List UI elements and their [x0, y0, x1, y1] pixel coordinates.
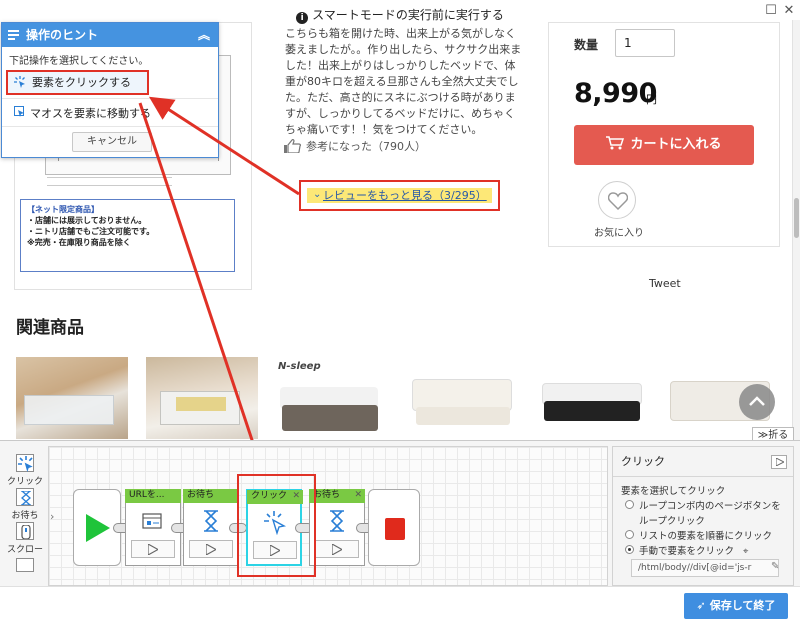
xpath-field[interactable]: /html/body//div[@id='js-r — [631, 559, 779, 577]
play-icon — [86, 514, 110, 542]
play-icon — [206, 544, 216, 555]
workflow-end-node[interactable] — [368, 489, 420, 566]
footer-bar — [0, 586, 800, 625]
click-icon — [16, 454, 34, 472]
run-step-button[interactable] — [771, 455, 787, 469]
close-icon[interactable]: ✕ — [354, 489, 362, 502]
radio-manual-click[interactable]: 手動で要素をクリック ⌖ — [625, 543, 748, 557]
radio-loop-page-button[interactable]: ループコンボ内のページボタンを — [625, 498, 781, 512]
scroll-icon — [16, 522, 34, 540]
action-palette: クリック お待ち スクロール — [6, 448, 44, 586]
run-step-button[interactable] — [131, 540, 175, 558]
rocket-icon: ➶ — [696, 599, 706, 612]
properties-panel: クリック 要素を選択してクリック ループコンボ内のページボタンを ループクリック… — [612, 446, 794, 586]
hourglass-icon — [330, 510, 344, 532]
play-icon — [776, 458, 784, 466]
radio-loop-page-button-cont: ループクリック — [639, 516, 705, 527]
document-icon — [16, 558, 34, 572]
play-icon — [332, 544, 342, 555]
edit-icon[interactable]: ✎ — [771, 561, 779, 572]
arrow-to-hint — [148, 96, 300, 196]
open-url-icon — [142, 513, 162, 529]
click-mode-label: 要素を選択してクリック — [621, 486, 726, 497]
properties-header: クリック — [613, 447, 793, 477]
palette-wait[interactable]: お待ち — [6, 488, 44, 521]
radio-list-items-click[interactable]: リストの要素を順番にクリック — [625, 528, 772, 542]
run-step-button[interactable] — [189, 540, 233, 558]
hourglass-icon — [204, 510, 218, 532]
run-step-button[interactable] — [315, 540, 359, 558]
hourglass-icon — [16, 488, 34, 506]
save-and-exit-button[interactable]: ➶ 保存して終了 — [684, 593, 788, 619]
selected-step-highlight — [237, 474, 316, 577]
crosshair-icon[interactable]: ⌖ — [743, 546, 748, 557]
palette-more[interactable] — [6, 558, 44, 574]
chevron-right-icon[interactable]: › — [50, 510, 54, 523]
play-icon — [148, 544, 158, 555]
stop-icon — [385, 518, 405, 540]
palette-click[interactable]: クリック — [6, 454, 44, 487]
